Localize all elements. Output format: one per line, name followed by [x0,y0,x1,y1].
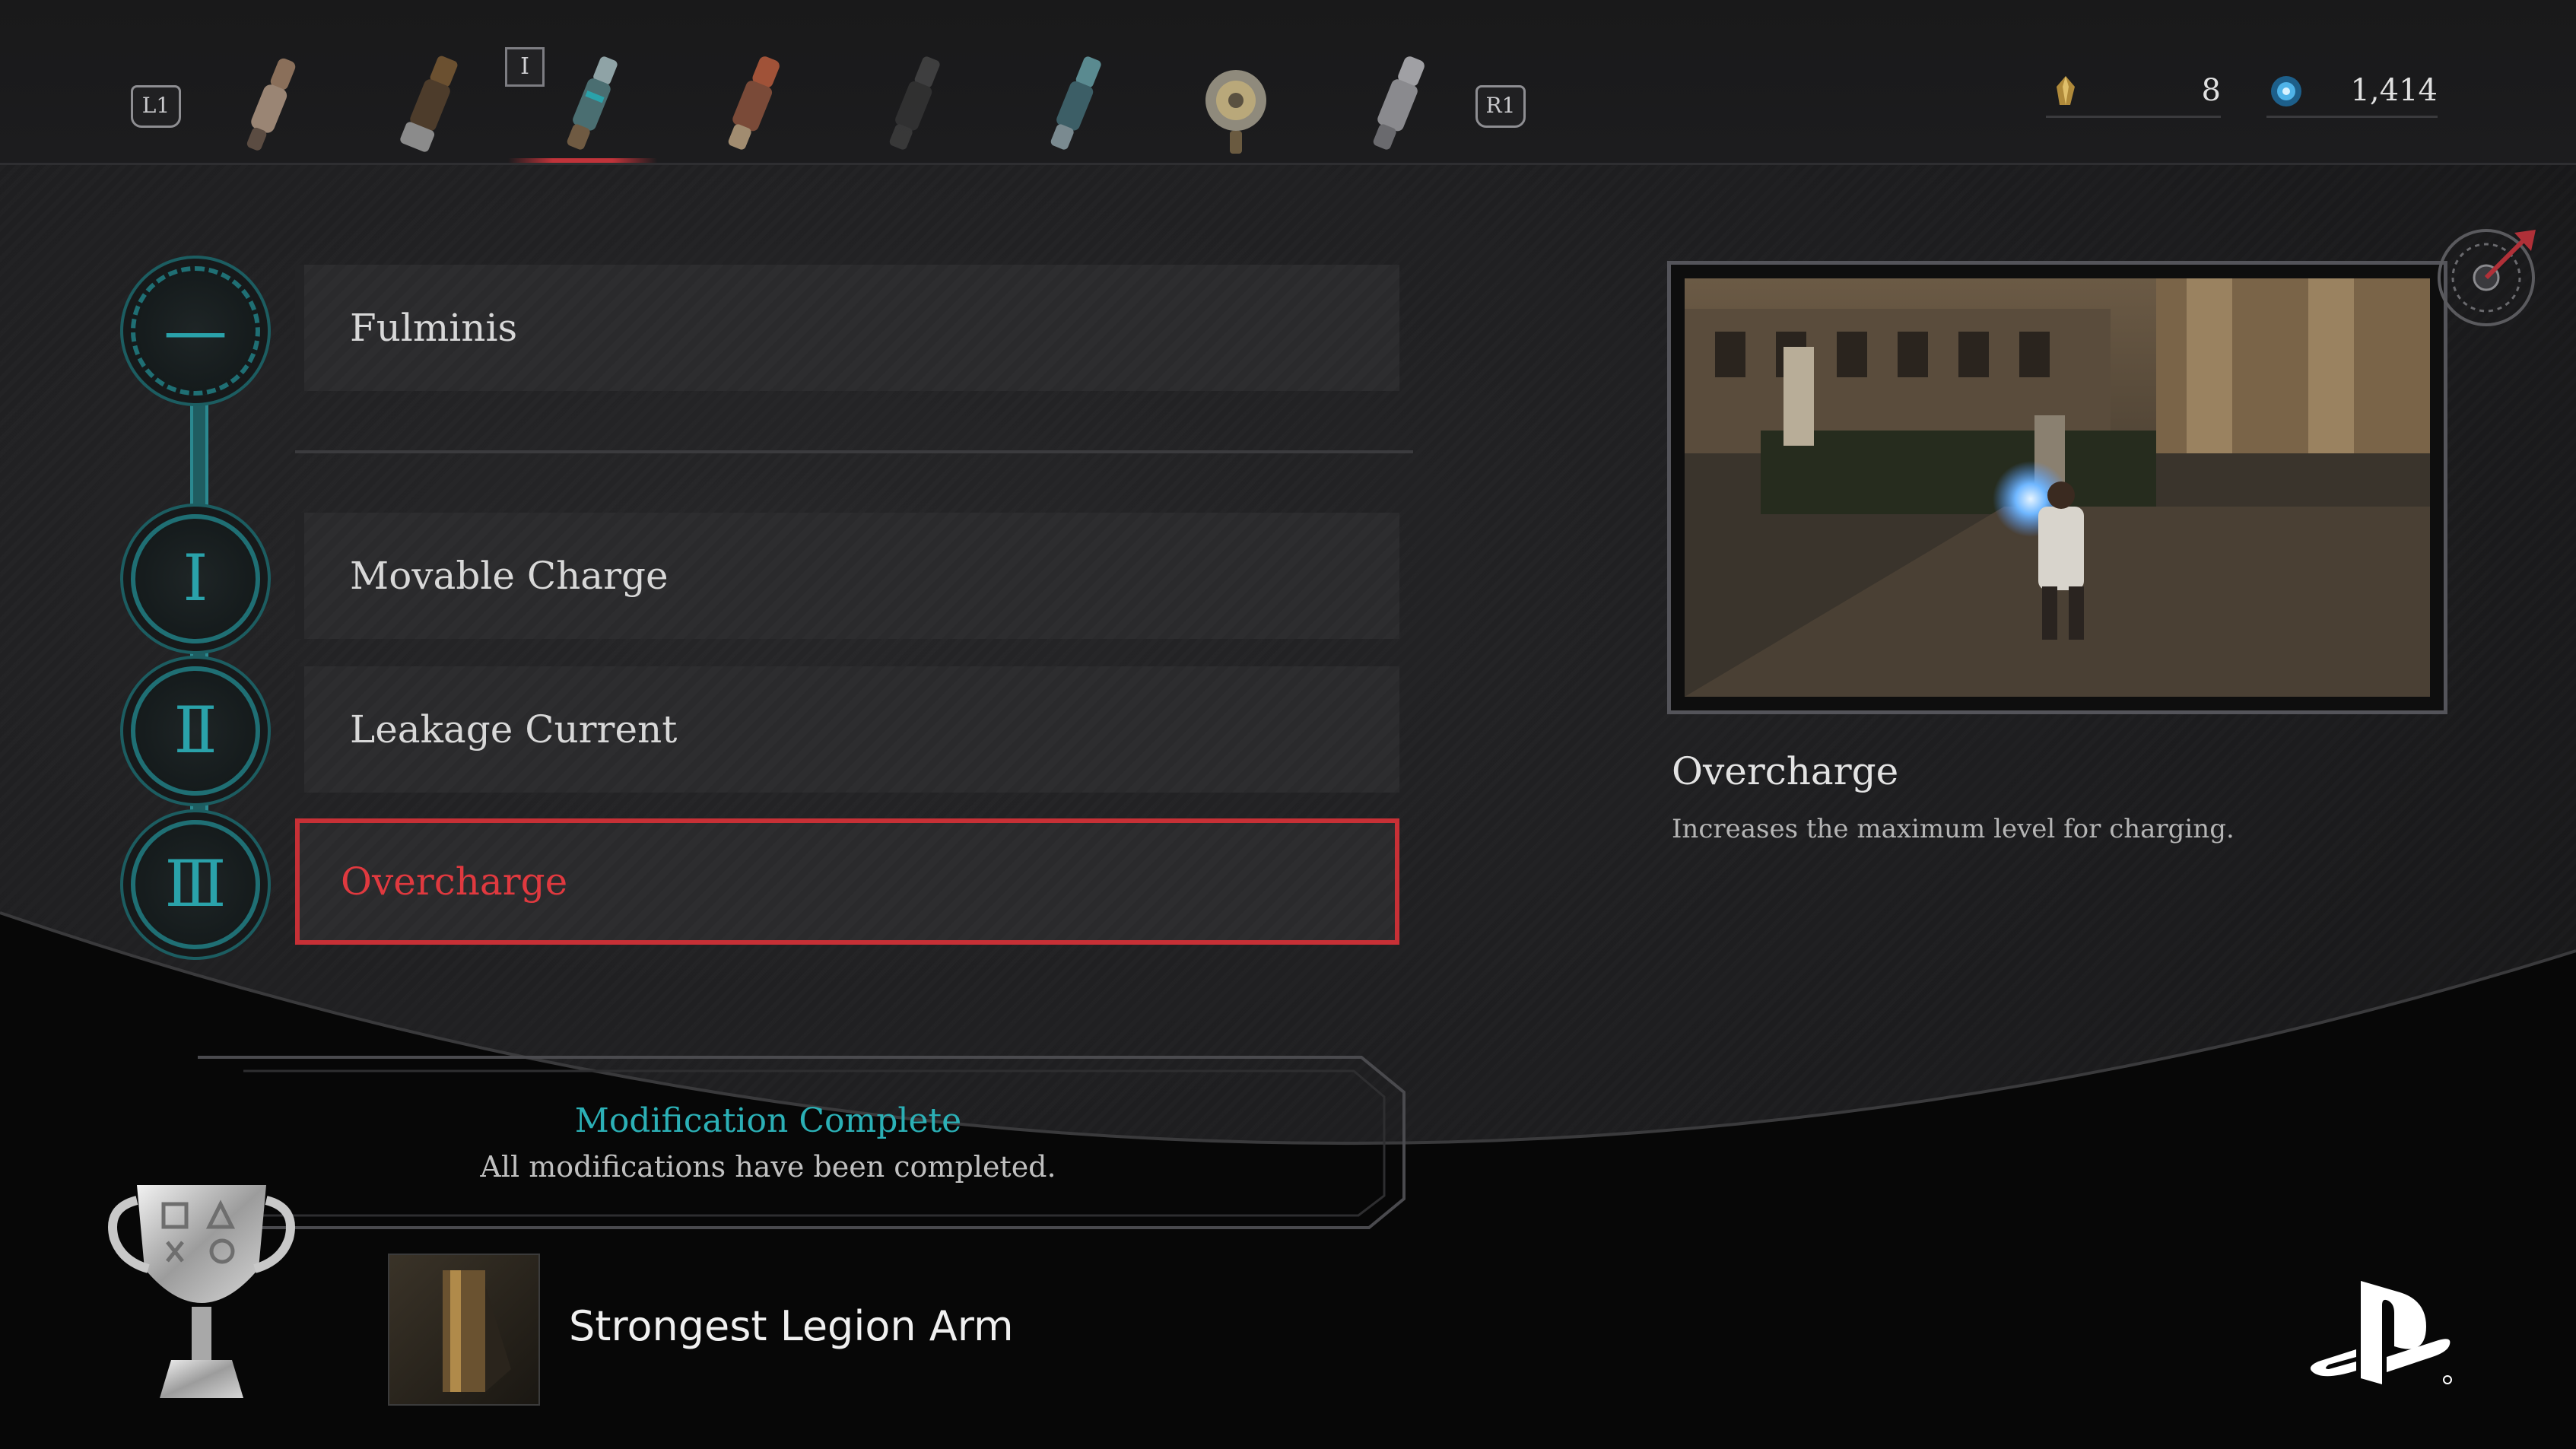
silver-trophy-icon [108,1185,295,1398]
selected-arm-indicator [508,158,657,163]
ergo-counter: 1,414 [2266,70,2438,118]
preview-video [1685,278,2430,697]
legion-arm-2-icon[interactable] [388,47,472,161]
divider [295,450,1413,453]
legion-arm-7-icon[interactable] [1194,47,1278,161]
modification-complete-frame [198,1056,1406,1229]
quartz-counter: 8 [2046,70,2221,118]
legion-arm-bar: L1 I R1 8 1,414 [0,0,2576,165]
legion-arm-8-icon[interactable] [1355,47,1439,161]
preview-frame [1667,261,2447,714]
base-arm-row[interactable]: Fulminis [295,265,1399,391]
mod-row-movable-charge[interactable]: Movable Charge [295,513,1399,639]
legion-arm-1-icon[interactable] [228,47,312,161]
modification-complete-title: Modification Complete [574,1101,962,1140]
quartz-icon [2057,76,2075,105]
ergo-count: 1,414 [2350,73,2438,108]
mod-node-3: Ⅲ [131,820,260,949]
root-node: — [131,266,260,396]
trophy-thumbnail [388,1254,540,1406]
mod-node-1: Ⅰ [131,514,260,643]
legion-arm-6-icon[interactable] [1033,47,1116,161]
ergo-icon [2271,76,2301,106]
trophy-name: Strongest Legion Arm [569,1302,1014,1350]
emblem-icon [2438,229,2536,326]
mod-node-2: Ⅱ [131,666,260,796]
playstation-logo-icon [2310,1281,2452,1384]
equipped-marker: I [505,47,545,87]
mod-row-leakage-current[interactable]: Leakage Current [295,666,1399,793]
r1-button-hint[interactable]: R1 [1475,85,1526,128]
legion-arm-4-icon[interactable] [710,47,794,161]
l1-button-hint[interactable]: L1 [131,85,181,128]
quartz-count: 8 [2201,73,2221,108]
preview-title: Overcharge [1672,749,1899,793]
legion-arm-3-icon[interactable] [549,47,633,161]
modification-complete-subtitle: All modifications have been completed. [480,1150,1056,1184]
legion-arm-5-icon[interactable] [872,47,955,161]
preview-description: Increases the maximum level for charging… [1672,814,2235,844]
mod-row-overcharge[interactable]: Overcharge [295,818,1399,945]
tree-connector [190,380,208,532]
